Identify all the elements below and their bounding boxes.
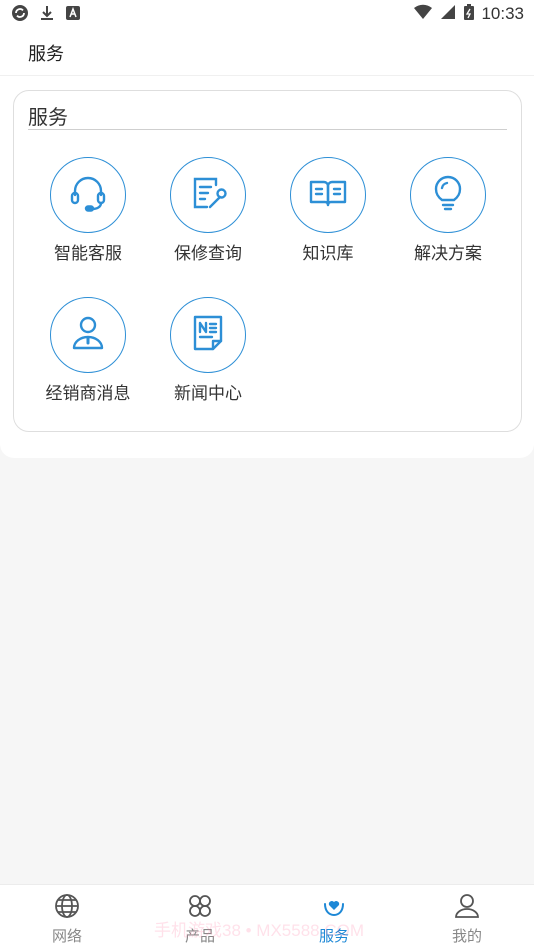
service-item-solutions[interactable]: 解决方案: [388, 157, 508, 264]
service-icon-circle: [290, 157, 366, 233]
service-item-dealer-news[interactable]: 经销商消息: [28, 297, 148, 404]
service-label: 保修查询: [174, 244, 242, 264]
service-panel: 服务 智能客服 保修查询 知识库 解决方案 经销商消息 新闻中心: [0, 76, 534, 458]
service-icon-circle: [50, 297, 126, 373]
clock: 10:33: [481, 4, 524, 23]
card-divider: [28, 129, 507, 130]
top-bar: 服务: [0, 28, 534, 76]
service-heart-icon: [321, 901, 347, 923]
nav-label: 产品: [184, 927, 215, 945]
service-item-smart-support[interactable]: 智能客服: [28, 157, 148, 264]
wifi-icon: [413, 3, 433, 25]
nav-label: 我的: [451, 927, 482, 945]
repair-form-icon: [186, 171, 230, 219]
service-icon-circle: [50, 157, 126, 233]
bottom-nav: 网络 产品 服务 我的: [0, 884, 534, 950]
card-title: 服务: [28, 105, 68, 129]
nav-label: 服务: [318, 927, 349, 945]
service-label: 智能客服: [54, 244, 122, 264]
service-label: 知识库: [302, 244, 354, 264]
status-bar: 10:33: [0, 0, 534, 28]
user-icon: [454, 894, 480, 923]
nav-item-service[interactable]: 服务: [289, 893, 379, 946]
headset-icon: [66, 171, 110, 219]
nav-label: 网络: [51, 927, 82, 945]
service-label: 新闻中心: [174, 384, 242, 404]
service-icon-circle: [410, 157, 486, 233]
nav-item-products[interactable]: 产品: [155, 893, 245, 946]
battery-icon: [463, 3, 475, 25]
service-card: 服务 智能客服 保修查询 知识库 解决方案 经销商消息 新闻中心: [13, 90, 522, 432]
service-icon-circle: [170, 157, 246, 233]
book-icon: [306, 171, 350, 219]
nav-item-network[interactable]: 网络: [22, 893, 112, 946]
page-title: 服务: [28, 44, 64, 65]
service-label: 经销商消息: [45, 384, 131, 404]
dealer-person-icon: [66, 311, 110, 359]
globe-icon: [54, 894, 80, 923]
service-item-news-center[interactable]: 新闻中心: [148, 297, 268, 404]
service-icon-circle: [170, 297, 246, 373]
products-icon: [187, 895, 213, 923]
service-label: 解决方案: [414, 244, 482, 264]
app-a-icon: [65, 5, 81, 25]
download-icon: [39, 4, 55, 26]
service-item-warranty-query[interactable]: 保修查询: [148, 157, 268, 264]
sync-icon: [11, 4, 29, 26]
lightbulb-icon: [426, 171, 470, 219]
news-icon: [186, 311, 230, 359]
service-item-knowledge-base[interactable]: 知识库: [268, 157, 388, 264]
signal-icon: [439, 3, 457, 25]
nav-item-mine[interactable]: 我的: [422, 893, 512, 946]
